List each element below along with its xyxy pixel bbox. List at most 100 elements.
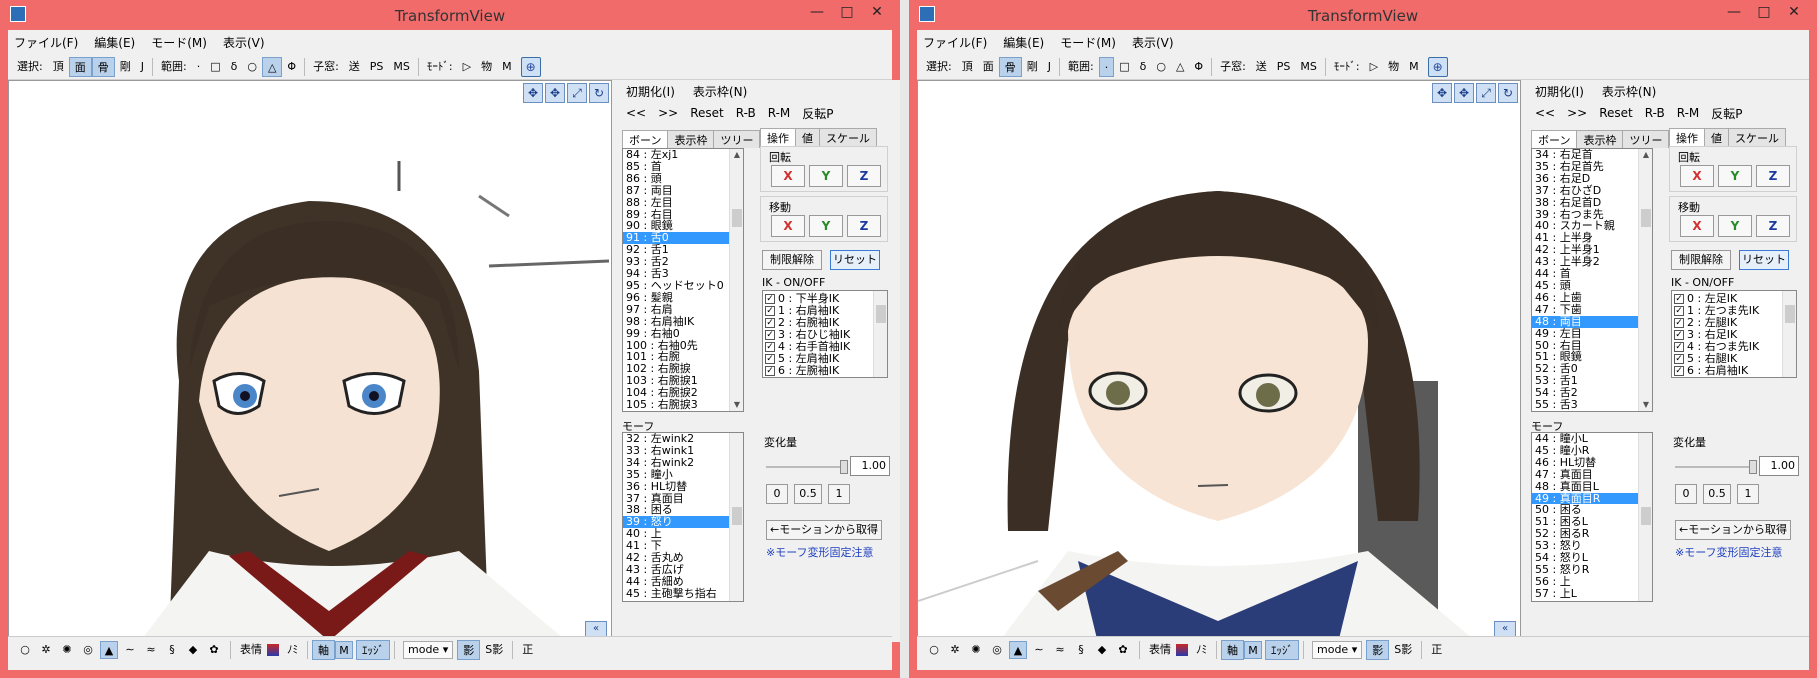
select-mode-button[interactable]: J bbox=[136, 57, 149, 77]
viewport[interactable]: ✥ ✥ ⤢ ↻ « bbox=[917, 80, 1521, 642]
frame-menu[interactable]: 表示枠(N) bbox=[1602, 83, 1656, 100]
morph-list[interactable]: 32 : 左wink2 33 : 右wink1 34 : 右wink2 35 : 瞳小… bbox=[622, 432, 744, 602]
scrollbar[interactable] bbox=[1638, 433, 1652, 601]
menu-item[interactable]: 編集(E) bbox=[94, 34, 135, 51]
range-mode-button[interactable]: δ bbox=[1135, 57, 1152, 77]
list-item[interactable]: 36 : HL切替 bbox=[623, 480, 743, 493]
menu-item[interactable]: モード(M) bbox=[1060, 34, 1116, 51]
value-1-button[interactable]: 1 bbox=[1737, 484, 1759, 504]
flower-icon[interactable]: ✿ bbox=[1114, 641, 1132, 659]
gyro-icon[interactable]: ⊕ bbox=[520, 56, 541, 77]
self-shadow-toggle[interactable]: S影 bbox=[480, 640, 508, 660]
close-icon[interactable]: ✕ bbox=[1785, 5, 1803, 21]
select-mode-button[interactable]: 面 bbox=[68, 56, 92, 77]
ik-item[interactable]: ✓ 6 : 左腕袖IK bbox=[763, 365, 887, 377]
move-y-button[interactable]: Y bbox=[1718, 215, 1752, 237]
color-swatch-icon[interactable] bbox=[1176, 643, 1188, 656]
select-mode-button[interactable]: 頂 bbox=[48, 57, 69, 77]
ik-checkbox[interactable]: ✓ bbox=[1674, 318, 1684, 328]
vertex-icon[interactable]: ○ bbox=[16, 641, 34, 659]
gem-icon[interactable]: ◆ bbox=[184, 641, 202, 659]
minimize-icon[interactable]: — bbox=[1725, 5, 1743, 21]
frame-menu[interactable]: 表示枠(N) bbox=[693, 83, 747, 100]
from-motion-button[interactable]: ←モーションから取得 bbox=[766, 520, 882, 540]
move-z-button[interactable]: Z bbox=[1756, 215, 1790, 237]
move-x-button[interactable]: X bbox=[771, 215, 805, 237]
select-mode-button[interactable]: 骨 bbox=[91, 56, 115, 77]
view-transform-icon[interactable]: ⤢ bbox=[1476, 83, 1496, 103]
menu-item[interactable]: モード(M) bbox=[151, 34, 207, 51]
list-item[interactable]: 57 : 上L bbox=[1532, 587, 1652, 600]
range-mode-button[interactable]: □ bbox=[1114, 57, 1134, 77]
list-item[interactable]: 56 : 上 bbox=[1532, 575, 1652, 588]
model-render[interactable] bbox=[9, 81, 612, 642]
slider-thumb[interactable] bbox=[1749, 460, 1757, 474]
bone-tab[interactable]: ツリー bbox=[1622, 130, 1670, 148]
ortho-toggle[interactable]: 正 bbox=[1426, 640, 1447, 660]
ik-list[interactable]: ✓ 0 : 下半身IK ✓ 1 : 右肩袖IK ✓ 2 : 右腕袖IK ✓ 3 : 右ひじ袖I… bbox=[762, 290, 888, 378]
select-mode-button[interactable]: 面 bbox=[978, 57, 999, 77]
list-item[interactable]: 87 : 両目 bbox=[623, 184, 743, 197]
maximize-icon[interactable]: □ bbox=[1755, 5, 1773, 21]
light-icon[interactable]: ✲ bbox=[37, 641, 55, 659]
child-window-button[interactable]: PS bbox=[365, 57, 389, 77]
morph-list[interactable]: 44 : 瞳小L 45 : 瞳小R 46 : HL切替 47 : 真面目 48 : 真面… bbox=[1531, 432, 1653, 602]
ik-item[interactable]: ✓ 6 : 右肩袖IK bbox=[1672, 365, 1796, 377]
triangle-icon[interactable]: ▲ bbox=[1009, 640, 1027, 659]
list-item[interactable]: 49 : 左目 bbox=[1532, 327, 1652, 340]
list-item[interactable]: 97 : 右肩 bbox=[623, 303, 743, 316]
view-transform-icon[interactable]: ↻ bbox=[589, 83, 609, 103]
vertex-icon[interactable]: ○ bbox=[925, 641, 943, 659]
scroll-thumb[interactable] bbox=[876, 305, 886, 323]
rotate-z-button[interactable]: Z bbox=[847, 165, 881, 187]
child-window-button[interactable]: MS bbox=[388, 57, 414, 77]
shadow-toggle[interactable]: 影 bbox=[457, 639, 481, 660]
mode-button[interactable]: 物 bbox=[476, 57, 497, 77]
viewport[interactable]: ✥ ✥ ⤢ ↻ « bbox=[8, 80, 612, 642]
rotate-z-button[interactable]: Z bbox=[1756, 165, 1790, 187]
scroll-up-icon[interactable]: ▲ bbox=[730, 149, 743, 161]
operation-tab[interactable]: 操作 bbox=[1669, 128, 1705, 146]
flower-icon[interactable]: ✿ bbox=[205, 641, 223, 659]
edge-toggle[interactable]: ｴｯｼﾞ bbox=[356, 639, 390, 660]
list-item[interactable]: 45 : 主砲撃ち指右 bbox=[623, 587, 743, 600]
ik-checkbox[interactable]: ✓ bbox=[765, 366, 775, 376]
view-transform-icon[interactable]: ✥ bbox=[1432, 83, 1452, 103]
move-y-button[interactable]: Y bbox=[809, 215, 843, 237]
operation-tab[interactable]: スケール bbox=[819, 128, 877, 146]
value-05-button[interactable]: 0.5 bbox=[794, 484, 822, 504]
list-item[interactable]: 48 : 両目 bbox=[1532, 315, 1652, 328]
scrollbar[interactable] bbox=[873, 291, 887, 377]
list-item[interactable]: 55 : 舌3 bbox=[1532, 399, 1652, 411]
list-item[interactable]: 36 : 右足D bbox=[1532, 172, 1652, 185]
light-icon[interactable]: ✲ bbox=[946, 641, 964, 659]
range-mode-button[interactable]: ○ bbox=[242, 57, 262, 77]
select-mode-button[interactable]: 剛 bbox=[115, 57, 136, 77]
move-x-button[interactable]: X bbox=[1680, 215, 1714, 237]
list-item[interactable]: 99 : 右袖0 bbox=[623, 327, 743, 340]
prev-button[interactable]: << bbox=[1535, 106, 1555, 120]
move-z-button[interactable]: Z bbox=[847, 215, 881, 237]
child-window-button[interactable]: MS bbox=[1295, 57, 1321, 77]
mode-button[interactable]: 物 bbox=[1383, 57, 1404, 77]
mode-button[interactable]: M bbox=[497, 57, 517, 77]
wave-icon[interactable]: ∼ bbox=[121, 641, 139, 659]
next-button[interactable]: >> bbox=[1567, 106, 1587, 120]
maximize-icon[interactable]: □ bbox=[838, 5, 856, 21]
wind-icon[interactable]: ≈ bbox=[142, 641, 160, 659]
list-item[interactable]: 88 : 左目 bbox=[623, 196, 743, 209]
bone-list[interactable]: 84 : 左xj1 85 : 首 86 : 頭 87 : 両目 88 : 左目 89 : … bbox=[622, 148, 744, 412]
mode-dropdown[interactable]: mode ▾ bbox=[1312, 640, 1363, 659]
wave-icon[interactable]: ∼ bbox=[1030, 641, 1048, 659]
child-window-button[interactable]: 送 bbox=[1251, 57, 1272, 77]
ortho-toggle[interactable]: 正 bbox=[517, 640, 538, 660]
ik-list[interactable]: ✓ 0 : 左足IK ✓ 1 : 左つま先IK ✓ 2 : 左腿IK ✓ 3 : 右足IK ✓ 4… bbox=[1671, 290, 1797, 378]
rotate-y-button[interactable]: Y bbox=[809, 165, 843, 187]
ik-checkbox[interactable]: ✓ bbox=[1674, 342, 1684, 352]
slider-thumb[interactable] bbox=[840, 460, 848, 474]
rm-button[interactable]: R-M bbox=[1677, 106, 1700, 120]
mode-button[interactable]: M bbox=[1404, 57, 1424, 77]
list-item[interactable]: 35 : 瞳小 bbox=[623, 468, 743, 481]
bone-tab[interactable]: ボーン bbox=[1531, 130, 1578, 148]
scroll-down-icon[interactable]: ▼ bbox=[730, 399, 743, 411]
